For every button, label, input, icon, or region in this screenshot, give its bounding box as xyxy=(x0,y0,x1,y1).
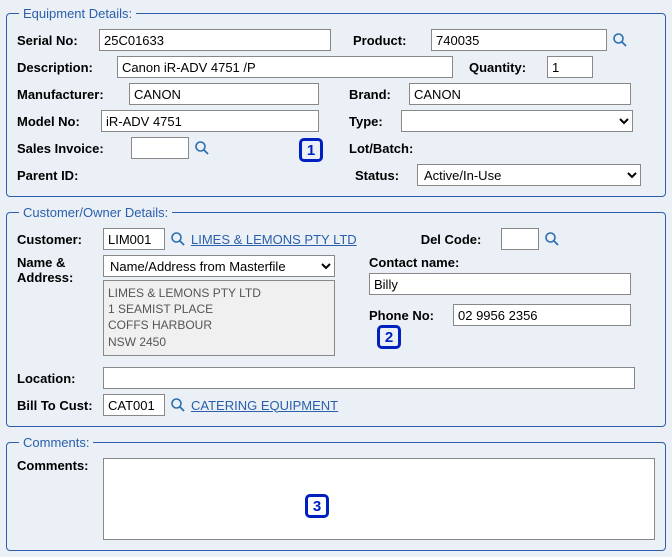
bill-to-cust-label: Bill To Cust: xyxy=(17,398,99,413)
callout-3: 3 xyxy=(305,494,329,518)
customer-owner-details: Customer/Owner Details: Customer: LIMES … xyxy=(6,205,666,427)
del-code-search-icon[interactable] xyxy=(543,230,561,248)
product-input[interactable] xyxy=(431,29,607,51)
del-code-label: Del Code: xyxy=(421,232,497,247)
quantity-label: Quantity: xyxy=(469,60,543,75)
callout-1: 1 xyxy=(299,138,323,162)
location-label: Location: xyxy=(17,371,99,386)
comments-section: Comments: Comments: 3 xyxy=(6,435,666,551)
description-label: Description: xyxy=(17,60,113,75)
customer-label: Customer: xyxy=(17,232,99,247)
status-select[interactable]: Active/In-Use xyxy=(417,164,641,186)
equipment-legend: Equipment Details: xyxy=(19,6,136,21)
phone-no-input[interactable] xyxy=(453,304,631,326)
name-address-label-2: Address: xyxy=(17,270,73,285)
del-code-input[interactable] xyxy=(501,228,539,250)
customer-search-icon[interactable] xyxy=(169,230,187,248)
bill-to-cust-link[interactable]: CATERING EQUIPMENT xyxy=(191,398,338,413)
parent-id-label: Parent ID: xyxy=(17,168,99,183)
customer-legend: Customer/Owner Details: xyxy=(19,205,172,220)
location-input[interactable] xyxy=(103,367,635,389)
phone-no-label: Phone No: xyxy=(369,308,449,323)
address-textarea[interactable] xyxy=(103,280,335,356)
sales-invoice-input[interactable] xyxy=(131,137,189,159)
quantity-input[interactable] xyxy=(547,56,593,78)
model-no-label: Model No: xyxy=(17,114,97,129)
comments-textarea[interactable] xyxy=(103,458,655,540)
lot-batch-label: Lot/Batch: xyxy=(349,141,413,156)
product-search-icon[interactable] xyxy=(611,31,629,49)
name-address-label-1: Name & xyxy=(17,255,65,270)
contact-name-label: Contact name: xyxy=(369,255,459,270)
status-label: Status: xyxy=(355,168,413,183)
name-address-select[interactable]: Name/Address from Masterfile xyxy=(103,255,335,277)
contact-name-input[interactable] xyxy=(369,273,631,295)
description-input[interactable] xyxy=(117,56,453,78)
manufacturer-label: Manufacturer: xyxy=(17,87,125,102)
type-label: Type: xyxy=(349,114,397,129)
type-select[interactable] xyxy=(401,110,633,132)
manufacturer-input[interactable] xyxy=(129,83,319,105)
brand-input[interactable] xyxy=(409,83,631,105)
comments-legend: Comments: xyxy=(19,435,93,450)
customer-link[interactable]: LIMES & LEMONS PTY LTD xyxy=(191,232,357,247)
callout-2: 2 xyxy=(377,325,401,349)
serial-no-label: Serial No: xyxy=(17,33,95,48)
model-no-input[interactable] xyxy=(101,110,319,132)
comments-label: Comments: xyxy=(17,458,99,473)
sales-invoice-search-icon[interactable] xyxy=(193,139,211,157)
brand-label: Brand: xyxy=(349,87,405,102)
product-label: Product: xyxy=(353,33,427,48)
equipment-details: Equipment Details: Serial No: Product: D… xyxy=(6,6,666,197)
sales-invoice-label: Sales Invoice: xyxy=(17,141,127,156)
customer-code-input[interactable] xyxy=(103,228,165,250)
serial-no-input[interactable] xyxy=(99,29,331,51)
bill-to-cust-search-icon[interactable] xyxy=(169,396,187,414)
bill-to-cust-input[interactable] xyxy=(103,394,165,416)
